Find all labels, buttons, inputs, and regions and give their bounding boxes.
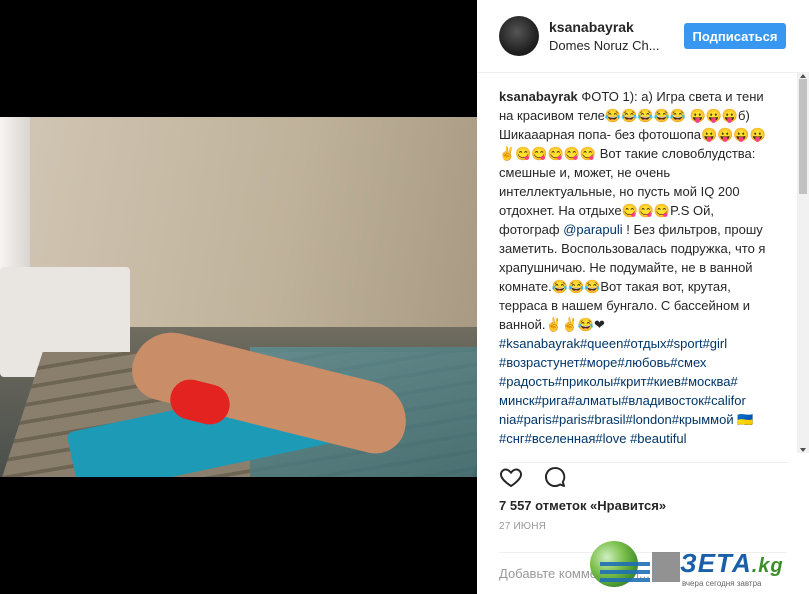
post-photo[interactable] bbox=[0, 117, 477, 477]
scroll-down-icon[interactable] bbox=[800, 448, 806, 452]
caption-mention[interactable]: @parapuli bbox=[563, 222, 622, 237]
post-caption: ksanabayrak ФОТО 1): а) Игра света и тен… bbox=[499, 87, 774, 448]
post-header: ksanabayrak Domes Noruz Ch... Подписатьс… bbox=[477, 0, 809, 73]
watermark-brand-suffix: .kg bbox=[751, 555, 784, 577]
post-actions bbox=[499, 462, 789, 491]
watermark-brand: ЗЕТА.kg bbox=[680, 548, 784, 579]
follow-button[interactable]: Подписаться bbox=[684, 23, 786, 49]
avatar[interactable] bbox=[499, 16, 539, 56]
logo-lines bbox=[600, 562, 650, 582]
scrollbar-thumb[interactable] bbox=[799, 79, 807, 194]
like-count[interactable]: 7 557 отметок «Нравится» bbox=[499, 498, 666, 513]
comment-icon[interactable] bbox=[543, 465, 567, 489]
watermark-brand-main: ЗЕТА bbox=[680, 548, 752, 578]
scroll-up-icon[interactable] bbox=[800, 74, 806, 78]
media-pane bbox=[0, 0, 477, 594]
post-sidebar: ksanabayrak Domes Noruz Ch... Подписатьс… bbox=[477, 0, 809, 594]
caption-scrollbar[interactable] bbox=[797, 73, 809, 453]
watermark-sign bbox=[652, 552, 680, 582]
caption-hashtags[interactable]: #ksanabayrak#queen#отдых#sport#girl #воз… bbox=[499, 336, 753, 446]
watermark-tagline: вчера сегодня завтра bbox=[682, 579, 762, 588]
post-date: 27 ИЮНЯ bbox=[499, 521, 547, 532]
post-username[interactable]: ksanabayrak bbox=[549, 19, 634, 35]
caption-text-4: ! Без фильтров, прошу заметить. Воспольз… bbox=[499, 222, 766, 332]
post-location[interactable]: Domes Noruz Ch... bbox=[549, 38, 679, 53]
site-watermark: ЗЕТА.kg вчера сегодня завтра bbox=[588, 536, 809, 594]
heart-icon[interactable] bbox=[499, 465, 523, 489]
caption-area: ksanabayrak ФОТО 1): а) Игра света и тен… bbox=[477, 73, 809, 453]
caption-author[interactable]: ksanabayrak bbox=[499, 89, 578, 104]
